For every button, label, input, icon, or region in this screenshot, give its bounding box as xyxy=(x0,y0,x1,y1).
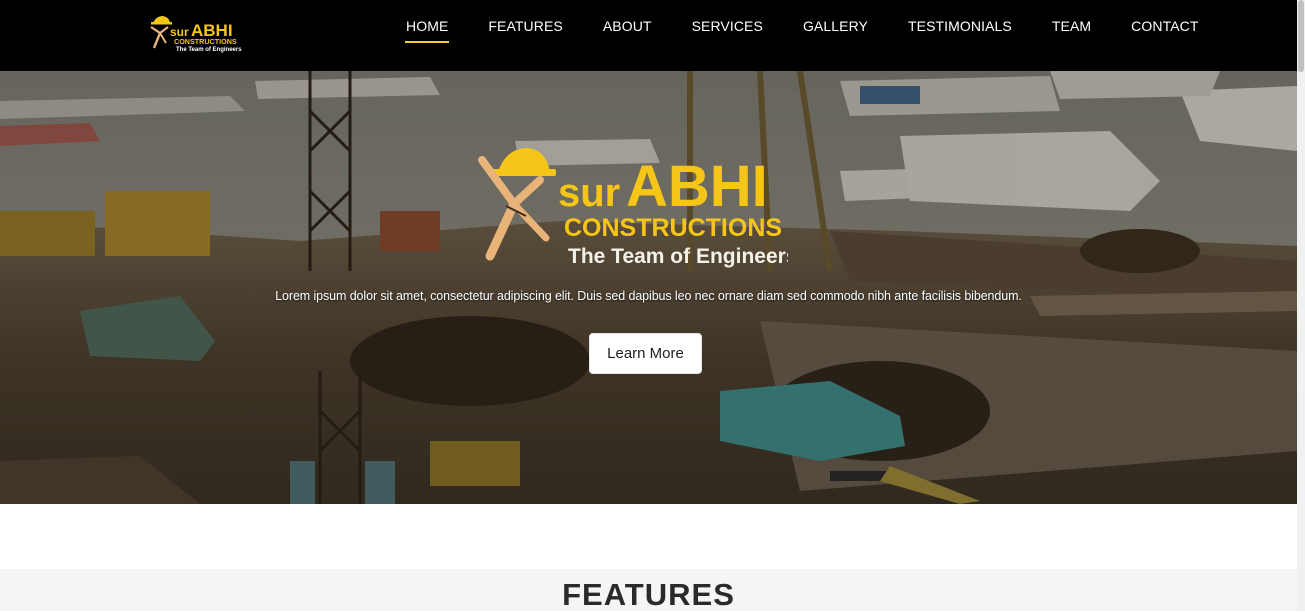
nav-item-services[interactable]: SERVICES xyxy=(672,0,783,71)
nav-item-label: GALLERY xyxy=(802,18,868,34)
features-section: FEATURES xyxy=(0,569,1297,612)
nav-item-label: SERVICES xyxy=(691,18,763,34)
nav-item-about[interactable]: ABOUT xyxy=(583,0,672,71)
page-scrollbar[interactable] xyxy=(1297,0,1305,611)
brand-tagline: The Team of Engineers xyxy=(176,47,242,53)
brand-subtitle: CONSTRUCTIONS xyxy=(174,37,237,46)
hero-brand-tagline: The Team of Engineers xyxy=(568,245,788,268)
nav-item-label: TEAM xyxy=(1051,18,1092,34)
scrollbar-thumb[interactable] xyxy=(1298,0,1304,72)
learn-more-button[interactable]: Learn More xyxy=(589,333,702,374)
nav-item-label: ABOUT xyxy=(602,18,652,34)
hero-overlay xyxy=(0,71,1297,504)
nav-item-contact[interactable]: CONTACT xyxy=(1111,0,1218,71)
hero-brand-prefix: sur xyxy=(558,171,620,215)
nav-item-label: CONTACT xyxy=(1131,18,1199,34)
nav-item-label: FEATURES xyxy=(488,18,563,34)
nav-item-label: TESTIMONIALS xyxy=(907,18,1012,34)
hero-brand-logo: sur ABHI CONSTRUCTIONS The Team of Engin… xyxy=(478,148,788,268)
navbar: sur ABHI CONSTRUCTIONS The Team of Engin… xyxy=(0,0,1297,71)
nav-item-team[interactable]: TEAM xyxy=(1032,0,1111,71)
nav-item-testimonials[interactable]: TESTIMONIALS xyxy=(888,0,1032,71)
nav-item-features[interactable]: FEATURES xyxy=(468,0,582,71)
brand-logo[interactable]: sur ABHI CONSTRUCTIONS The Team of Engin… xyxy=(148,13,248,55)
features-title: FEATURES xyxy=(562,577,735,612)
nav-menu: HOME FEATURES ABOUT SERVICES GALLERY TES… xyxy=(386,0,1219,71)
nav-item-home[interactable]: HOME xyxy=(386,0,468,71)
hero-brand-name: ABHI xyxy=(626,154,768,219)
nav-item-gallery[interactable]: GALLERY xyxy=(783,0,888,71)
hero-brand-subtitle: CONSTRUCTIONS xyxy=(564,214,782,242)
nav-item-label: HOME xyxy=(404,18,450,43)
hero-section: sur ABHI CONSTRUCTIONS The Team of Engin… xyxy=(0,71,1297,504)
hero-description: Lorem ipsum dolor sit amet, consectetur … xyxy=(275,289,1022,303)
builder-hardhat-icon xyxy=(478,148,556,261)
